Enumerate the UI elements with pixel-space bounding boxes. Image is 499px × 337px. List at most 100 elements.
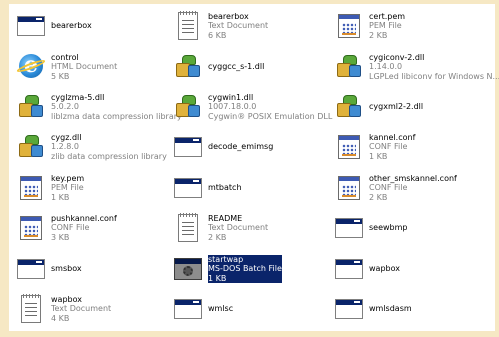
- file-detail-label: LGPLed libiconv for Windows N...: [369, 71, 499, 81]
- file-item[interactable]: key.pem PEM File 1 KB: [15, 170, 84, 206]
- config-file-icon: [333, 10, 365, 42]
- config-file-icon: [333, 131, 365, 163]
- file-detail-label: 1 KB: [51, 192, 70, 202]
- file-name: cert.pem: [369, 11, 406, 21]
- file-item[interactable]: bearerbox: [15, 8, 92, 44]
- application-icon: [172, 293, 204, 325]
- application-icon: [333, 212, 365, 244]
- file-item-text: wapbox Text Document 4 KB: [51, 295, 111, 324]
- window-frame: bearerbox bearerbox Text Document 6 KB cert.…: [0, 0, 499, 337]
- file-name: cygiconv-2.dll: [369, 52, 425, 62]
- file-name: startwap: [208, 254, 244, 264]
- file-item[interactable]: README Text Document 2 KB: [172, 210, 268, 246]
- file-item-text: README Text Document 2 KB: [208, 214, 268, 243]
- file-type-label: HTML Document: [51, 62, 118, 72]
- file-item[interactable]: other_smskannel.conf CONF File 2 KB: [333, 170, 457, 206]
- file-detail-label: Cygwin® POSIX Emulation DLL: [208, 111, 333, 121]
- file-name: mtbatch: [208, 183, 242, 193]
- file-item-text: startwap MS-DOS Batch File 1 KB: [208, 254, 282, 284]
- file-type-label: Text Document: [208, 223, 269, 233]
- file-name: kannel.conf: [369, 132, 416, 142]
- file-name: cyggcc_s-1.dll: [208, 62, 265, 72]
- file-type-label: 1.14.0.0: [369, 62, 403, 72]
- file-name: decode_emimsg: [208, 142, 274, 152]
- batch-file-icon: [172, 253, 204, 285]
- dll-file-icon: [172, 91, 204, 123]
- file-detail-label: 1 KB: [208, 273, 227, 283]
- file-item[interactable]: smsbox: [15, 251, 82, 287]
- file-item[interactable]: decode_emimsg: [172, 129, 273, 165]
- file-item[interactable]: startwap MS-DOS Batch File 1 KB: [172, 251, 282, 287]
- file-list-pane[interactable]: bearerbox bearerbox Text Document 6 KB cert.…: [9, 4, 499, 331]
- dll-file-icon: [15, 91, 47, 123]
- file-type-label: CONF File: [369, 183, 408, 193]
- file-name: cyglzma-5.dll: [51, 92, 105, 102]
- config-file-icon: [15, 172, 47, 204]
- dll-file-icon: [333, 91, 365, 123]
- file-item[interactable]: cert.pem PEM File 2 KB: [333, 8, 405, 44]
- text-document-icon: [172, 212, 204, 244]
- file-type-label: 1007.18.0.0: [208, 102, 257, 112]
- file-item-text: control HTML Document 5 KB: [51, 53, 117, 82]
- file-type-label: CONF File: [51, 223, 90, 233]
- file-item[interactable]: cygxml2-2.dll: [333, 89, 423, 125]
- file-name: cygxml2-2.dll: [369, 102, 424, 112]
- file-item-text: pushkannel.conf CONF File 3 KB: [51, 214, 117, 243]
- file-type-label: PEM File: [369, 21, 402, 31]
- file-item[interactable]: cygwin1.dll 1007.18.0.0 Cygwin® POSIX Emul…: [172, 89, 332, 125]
- file-type-label: PEM File: [51, 183, 84, 193]
- file-detail-label: 2 KB: [208, 232, 227, 242]
- file-item[interactable]: kannel.conf CONF File 1 KB: [333, 129, 415, 165]
- file-detail-label: 4 KB: [51, 313, 70, 323]
- file-name: README: [208, 213, 243, 223]
- application-icon: [172, 131, 204, 163]
- file-item[interactable]: pushkannel.conf CONF File 3 KB: [15, 210, 117, 246]
- file-item[interactable]: wmlsdasm: [333, 291, 412, 327]
- file-item[interactable]: bearerbox Text Document 6 KB: [172, 8, 268, 44]
- text-document-icon: [15, 293, 47, 325]
- application-icon: [15, 253, 47, 285]
- file-item-text: cyggcc_s-1.dll: [208, 62, 264, 72]
- file-item-text: wapbox: [369, 264, 400, 274]
- html-document-icon: [15, 51, 47, 83]
- file-detail-label: 1 KB: [369, 151, 388, 161]
- file-item[interactable]: cygz.dll 1.2.8.0 zlib data compression lib…: [15, 129, 167, 165]
- file-item[interactable]: wapbox: [333, 251, 400, 287]
- file-detail-label: 6 KB: [208, 30, 227, 40]
- file-item[interactable]: cyglzma-5.dll 5.0.2.0 liblzma data compres…: [15, 89, 182, 125]
- file-detail-label: 2 KB: [369, 30, 388, 40]
- file-detail-label: 5 KB: [51, 71, 70, 81]
- file-item-text: key.pem PEM File 1 KB: [51, 174, 84, 203]
- file-type-label: 1.2.8.0: [51, 142, 79, 152]
- file-item[interactable]: cyggcc_s-1.dll: [172, 49, 264, 85]
- file-name: bearerbox: [51, 21, 92, 31]
- file-name: seewbmp: [369, 223, 408, 233]
- file-name: wmlsc: [208, 304, 234, 314]
- file-item-text: cygz.dll 1.2.8.0 zlib data compression lib…: [51, 133, 167, 162]
- file-item-text: wmlsc: [208, 304, 233, 314]
- text-document-icon: [172, 10, 204, 42]
- file-detail-label: liblzma data compression library: [51, 111, 182, 121]
- application-icon: [333, 293, 365, 325]
- file-item-text: wmlsdasm: [369, 304, 412, 314]
- config-file-icon: [333, 172, 365, 204]
- file-type-label: CONF File: [369, 142, 408, 152]
- file-item[interactable]: controlHTML Document5 KB: [15, 49, 117, 85]
- file-detail-label: 2 KB: [369, 192, 388, 202]
- file-detail-label: 3 KB: [51, 232, 70, 242]
- file-name: wapbox: [369, 264, 400, 274]
- file-name: wmlsdasm: [369, 304, 412, 314]
- file-item-text: bearerbox Text Document 6 KB: [208, 12, 268, 41]
- file-item[interactable]: seewbmp: [333, 210, 408, 246]
- file-name: wapbox: [51, 294, 82, 304]
- file-item-text: cygiconv-2.dll 1.14.0.0 LGPLed libiconv fo…: [369, 53, 499, 82]
- file-name: control: [51, 52, 79, 62]
- application-icon: [15, 10, 47, 42]
- file-item[interactable]: cygiconv-2.dll 1.14.0.0 LGPLed libiconv fo…: [333, 49, 499, 85]
- file-item[interactable]: wapbox Text Document 4 KB: [15, 291, 111, 327]
- file-item[interactable]: mtbatch: [172, 170, 242, 206]
- file-item[interactable]: wmlsc: [172, 291, 233, 327]
- application-icon: [333, 253, 365, 285]
- file-name: smsbox: [51, 264, 82, 274]
- dll-file-icon: [333, 51, 365, 83]
